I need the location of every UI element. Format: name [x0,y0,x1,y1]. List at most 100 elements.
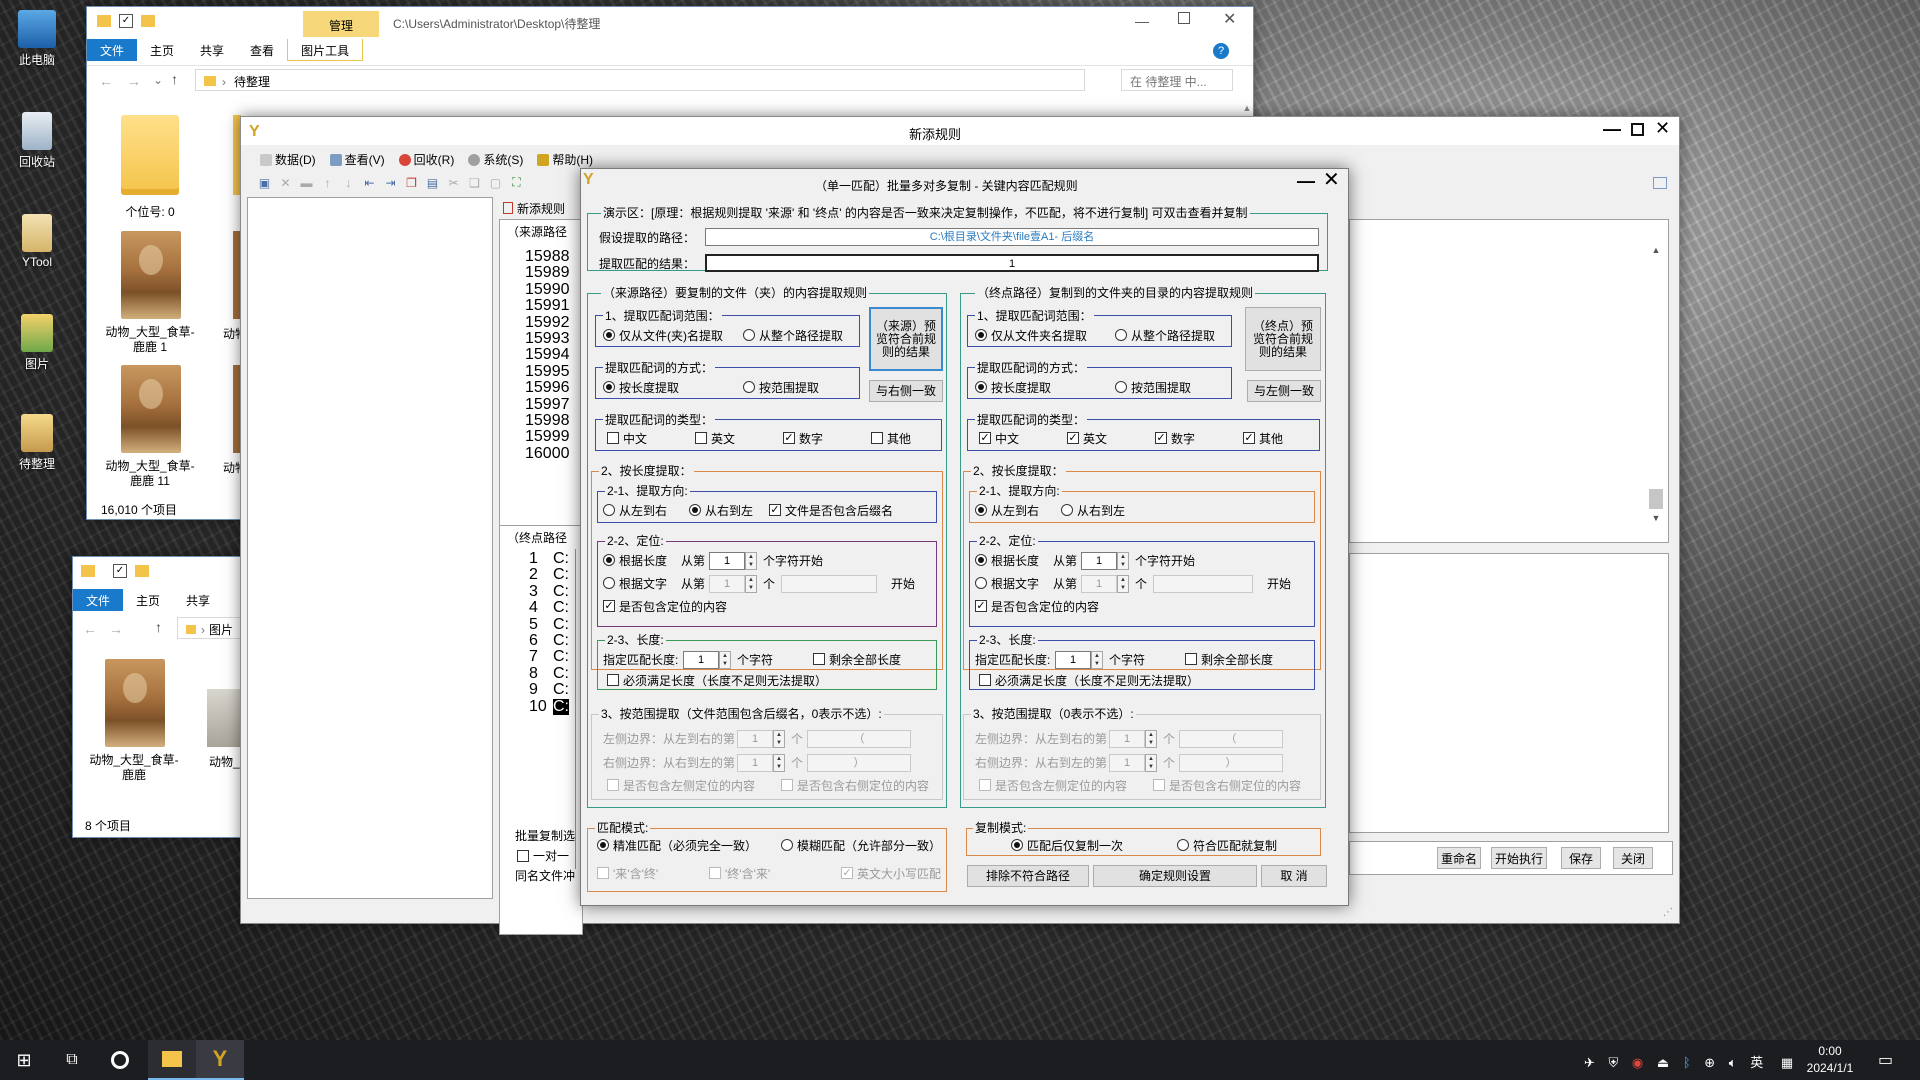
volume-icon[interactable]: 🔈︎ [1729,1055,1737,1070]
dest-must-length-checkbox[interactable] [979,674,991,686]
source-type-digit-checkbox[interactable]: ✓ [783,432,795,444]
dest-right-bound-field[interactable]: 1 [1109,754,1145,772]
taskbar-explorer[interactable] [148,1040,196,1080]
menu-data[interactable]: 数据(D) [255,149,321,170]
tab-file[interactable]: 文件 [87,39,138,61]
case-sensitive-checkbox[interactable]: ✓ [841,867,853,879]
rule-tree-panel[interactable] [247,197,493,899]
search-input[interactable]: 在 待整理 中... [1121,69,1233,91]
minimize-button[interactable]: — [1603,119,1621,140]
forward-arrow-icon[interactable]: → [109,621,123,637]
sync-with-right-button[interactable]: 与右侧一致 [869,380,943,402]
close-button[interactable]: ✕ [1223,9,1236,29]
checkbox-icon[interactable]: ✓ [119,14,133,28]
assume-path-field[interactable]: C:\根目录\文件夹\file壹A1- 后缀名 [705,228,1319,246]
dest-include-left-checkbox[interactable] [979,779,991,791]
dst-contains-src-checkbox[interactable] [709,867,721,879]
copy-once-radio[interactable] [1011,839,1023,851]
exclude-mismatched-button[interactable]: 排除不符合路径 [967,865,1089,887]
clipboard-icon[interactable]: ▢ [486,173,505,192]
dest-left-bound-field[interactable]: 1 [1109,730,1145,748]
match-fuzzy-radio[interactable] [781,839,793,851]
spinner-arrows-icon[interactable]: ▲ ▼ [1145,754,1157,772]
cancel-button[interactable]: 取 消 [1261,865,1327,887]
desktop-icon-computer[interactable]: 此电脑 [8,10,66,68]
deer-thumbnail[interactable] [121,365,181,453]
tab-view[interactable]: 查看 [237,39,287,61]
dest-pos-value-field[interactable]: 1 [1081,552,1117,570]
tab-share[interactable]: 共享 [187,39,237,61]
maximize-button[interactable] [1631,123,1644,136]
src-contains-dst-checkbox[interactable] [597,867,609,879]
source-pos-text-radio[interactable] [603,577,615,589]
source-right-bound-field[interactable]: 1 [737,754,773,772]
cut-icon[interactable]: ✂ [444,173,463,192]
up-arrow-icon[interactable]: ↑ [171,71,178,87]
paste-icon[interactable]: ▤ [423,173,442,192]
source-pos-length-radio[interactable] [603,554,615,566]
copy-icon[interactable]: ❐ [402,173,421,192]
security-icon[interactable]: ⛨ [1609,1055,1619,1070]
spinner-arrows-icon[interactable]: ▲ ▼ [719,651,731,669]
history-chevron-icon[interactable]: ⌄ [153,73,163,87]
network-icon[interactable]: ⊕ [1704,1055,1715,1070]
dest-range-foldername-radio[interactable] [975,329,987,341]
address-bar[interactable]: › 待整理 [195,69,1085,91]
start-button[interactable]: ⊞ [0,1040,48,1080]
source-text-field[interactable] [781,575,877,593]
spinner-arrows-icon[interactable]: ▲ ▼ [773,730,785,748]
menu-recycle[interactable]: 回收(R) [394,149,460,170]
dest-length-value-field[interactable]: 1 [1055,651,1091,669]
new-rule-icon[interactable]: ▣ [255,173,274,192]
source-dir-ltr-radio[interactable] [603,504,615,516]
ime-indicator[interactable]: 英 [1750,1055,1763,1070]
import-icon[interactable]: ⇤ [360,173,379,192]
move-down-icon[interactable]: ↓ [339,173,358,192]
source-left-bound-field[interactable]: 1 [737,730,773,748]
dest-dir-rtl-radio[interactable] [1061,504,1073,516]
source-type-english-checkbox[interactable] [695,432,707,444]
dest-method-length-radio[interactable] [975,381,987,393]
dest-dir-ltr-radio[interactable] [975,504,987,516]
up-arrow-icon[interactable]: ↑ [155,619,162,635]
source-dir-rtl-radio[interactable] [689,504,701,516]
dest-type-chinese-checkbox[interactable]: ✓ [979,432,991,444]
deer-thumbnail[interactable] [121,231,181,319]
deer-thumbnail[interactable] [105,659,165,747]
source-left-char-field[interactable]: （ [807,730,911,748]
right-preview-panel[interactable] [1349,219,1669,543]
source-text-count-field[interactable]: 1 [709,575,745,593]
spinner-arrows-icon[interactable]: ▲ ▼ [745,575,757,593]
right-dest-panel[interactable] [1349,553,1669,833]
source-method-range-radio[interactable] [743,381,755,393]
tab-home[interactable]: 主页 [137,39,187,61]
match-exact-radio[interactable] [597,839,609,851]
new-folder-icon[interactable] [135,565,149,577]
taskbar-ytool[interactable]: Y [196,1040,244,1080]
spinner-arrows-icon[interactable]: ▲ ▼ [1091,651,1103,669]
menu-view[interactable]: 查看(V) [325,149,390,170]
scroll-down-arrow-icon[interactable]: ▼ [1649,513,1663,525]
resize-grip-icon[interactable]: ⋰ [1663,907,1673,918]
dest-text-count-field[interactable]: 1 [1081,575,1117,593]
task-view-button[interactable]: ⧉ [48,1040,96,1080]
tab-file[interactable]: 文件 [73,589,124,611]
forward-arrow-icon[interactable]: → [127,73,141,89]
spinner-arrows-icon[interactable]: ▲ ▼ [1117,575,1129,593]
minimize-button[interactable]: — [1135,13,1149,29]
move-up-icon[interactable]: ↑ [318,173,337,192]
dest-type-digit-checkbox[interactable]: ✓ [1155,432,1167,444]
source-include-left-checkbox[interactable] [607,779,619,791]
copy-all-radio[interactable] [1177,839,1189,851]
source-type-other-checkbox[interactable] [871,432,883,444]
menu-help[interactable]: 帮助(H) [532,149,598,170]
dialog-minimize-button[interactable]: — [1297,171,1315,192]
dest-pos-text-radio[interactable] [975,577,987,589]
bluetooth-icon[interactable]: ᛒ [1683,1055,1691,1070]
tab-share[interactable]: 共享 [173,589,223,611]
clear-icon[interactable]: ▬ [297,173,316,192]
source-must-length-checkbox[interactable] [607,674,619,686]
scrollbar-thumb[interactable] [1649,489,1663,509]
source-include-right-checkbox[interactable] [781,779,793,791]
desktop-icon-folder[interactable]: 待整理 [8,414,66,472]
